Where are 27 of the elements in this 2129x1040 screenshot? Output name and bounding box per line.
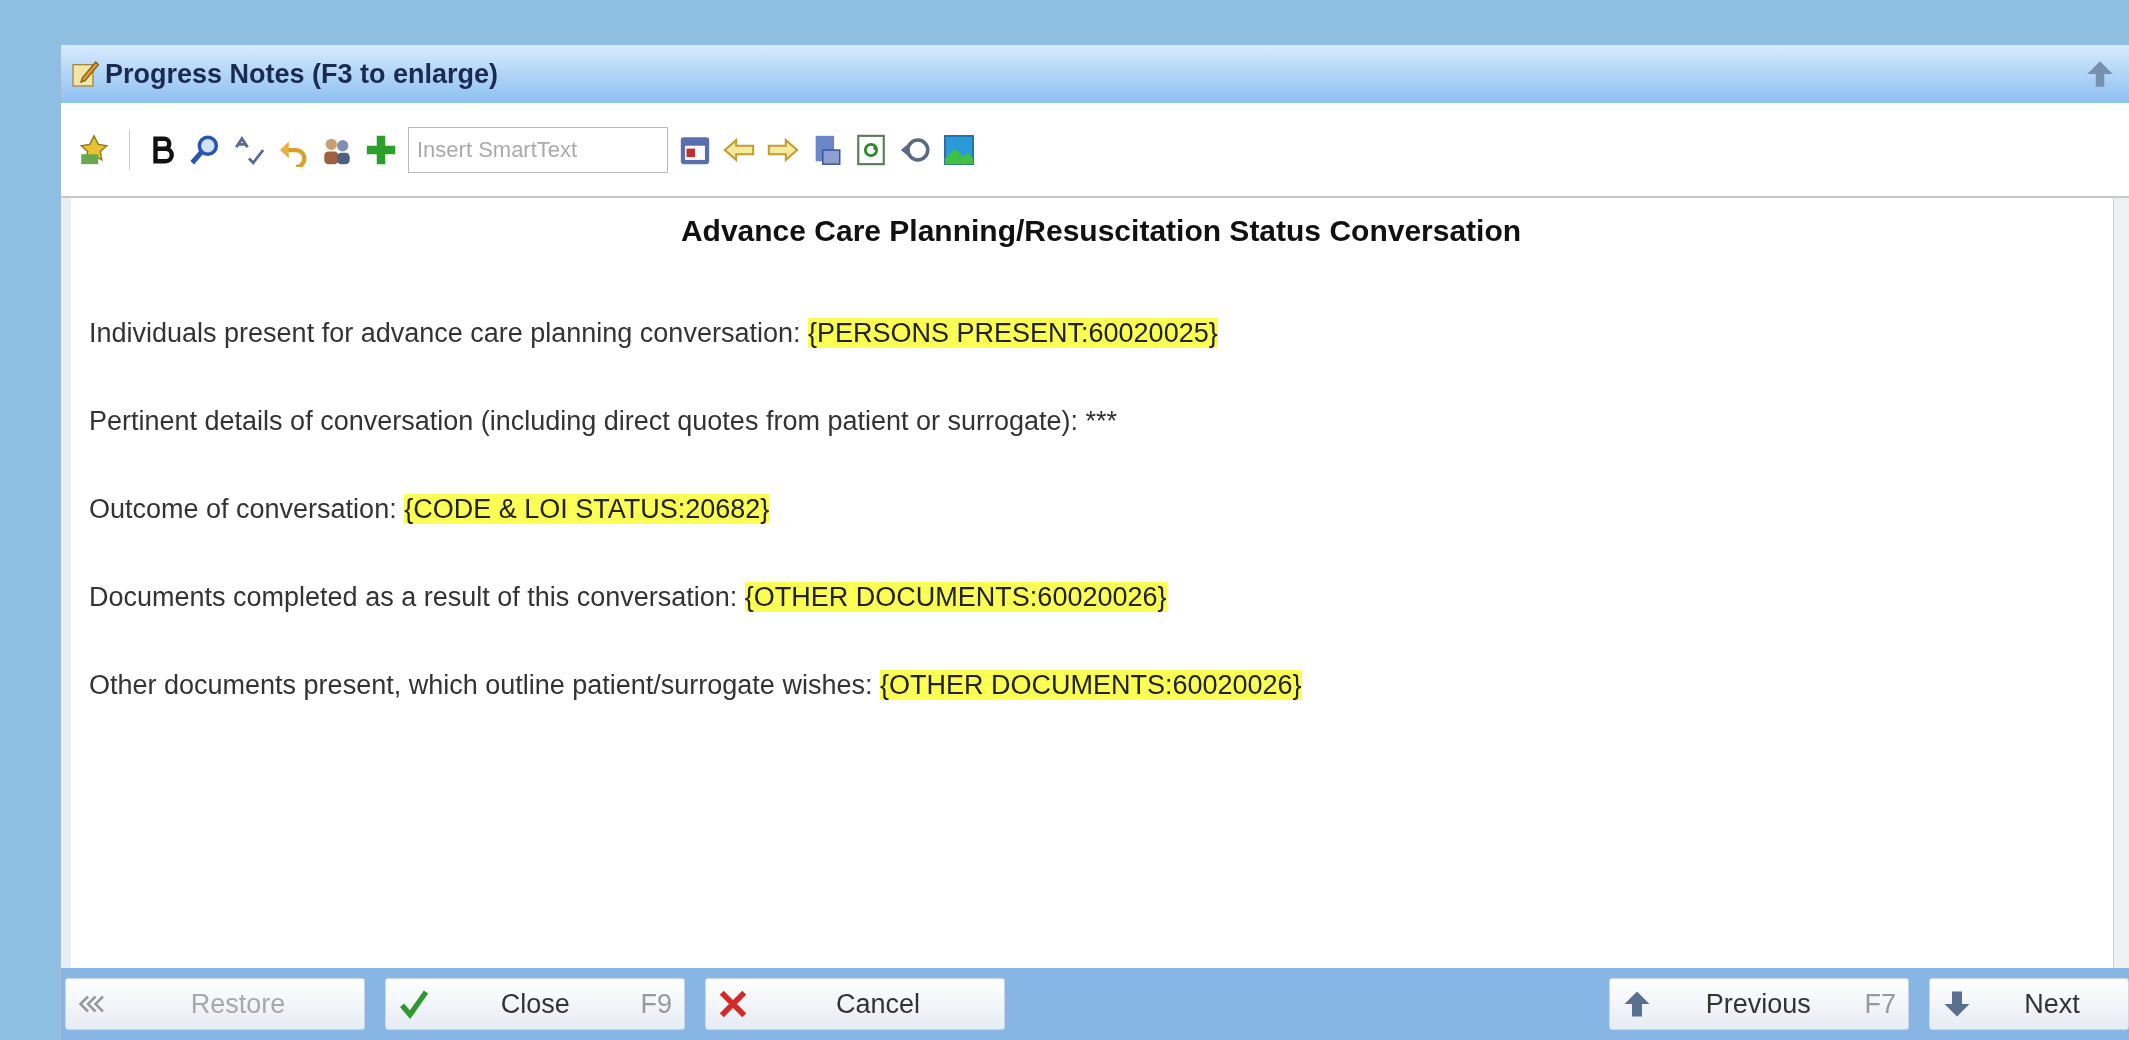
- shortcut-label: F9: [640, 987, 672, 1021]
- picture-icon[interactable]: [942, 132, 976, 167]
- check-icon: [398, 988, 430, 1020]
- close-icon: [718, 989, 748, 1019]
- footer-button[interactable]: Close F9: [385, 978, 685, 1030]
- note-line: Pertinent details of conversation (including direct quotes from patient or surrogate): ***: [89, 405, 1119, 438]
- smartlist-field[interactable]: {OTHER DOCUMENTS:60020026}: [879, 670, 1302, 700]
- window-title: Progress Notes (F3 to enlarge): [105, 57, 500, 91]
- note-line: Documents completed as a result of this conversation: {OTHER DOCUMENTS:60020026}: [89, 581, 1168, 614]
- smarttext-field[interactable]: Insert SmartText: [408, 126, 668, 173]
- down-arrow-icon: [1942, 989, 1972, 1019]
- smartlist-field[interactable]: {CODE & LOI STATUS:20682}: [404, 494, 770, 524]
- footer-button[interactable]: Cancel: [705, 978, 1005, 1030]
- note-line: Individuals present for advance care planning conversation: {PERSONS PRESENT:60020025}: [89, 317, 1219, 350]
- scrollbar[interactable]: [2113, 198, 2129, 968]
- smartlist-field[interactable]: {OTHER DOCUMENTS:60020026}: [744, 582, 1167, 612]
- refresh-page-icon[interactable]: [854, 132, 888, 167]
- star-folder-icon[interactable]: [77, 132, 111, 167]
- footer-button[interactable]: Previous F7: [1609, 978, 1909, 1030]
- shortcut-label: F7: [1864, 987, 1896, 1021]
- note-line: Outcome of conversation: {CODE & LOI STATUS:20682}: [89, 493, 771, 526]
- up-arrow-icon: [1622, 989, 1652, 1019]
- smartlist-field[interactable]: {PERSONS PRESENT:60020025}: [807, 318, 1218, 348]
- note-line: Other documents present, which outline patient/surrogate wishes: {OTHER DOCUMENTS:60020026}: [89, 669, 1303, 702]
- notepad-pencil-icon: [69, 58, 101, 90]
- note-heading: Advance Care Planning/Resuscitation Status Conversation: [679, 213, 1523, 249]
- footer-button[interactable]: Next: [1929, 978, 2129, 1030]
